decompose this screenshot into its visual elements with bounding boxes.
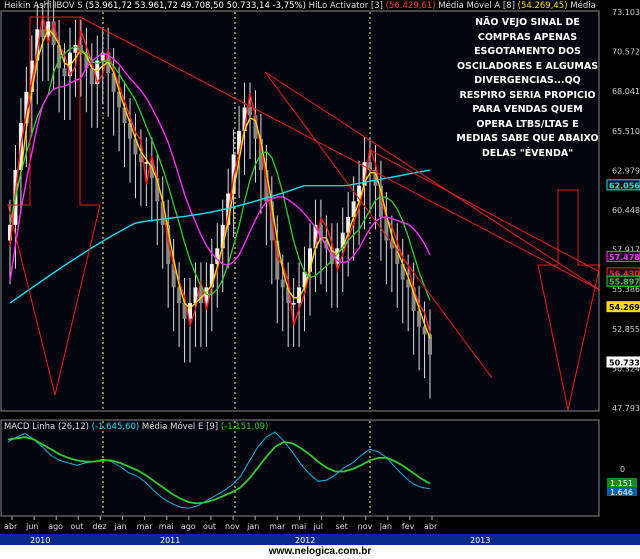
value-tag: 57.478 [609, 253, 640, 262]
month-label: jul [312, 522, 323, 531]
price-tick: 52.855 [612, 325, 640, 334]
candle-body [248, 107, 252, 116]
month-label: ago [181, 522, 196, 531]
candle-body [62, 68, 67, 77]
month-label: nov [358, 522, 373, 531]
candle-body [89, 68, 94, 85]
price-tick: 62.979 [612, 166, 640, 175]
macd-signal-tag: 1.151 [610, 479, 633, 488]
macd-zero-tick: 0 [620, 465, 625, 474]
annotation-text: NÃO VEJO SINAL DE COMPRAS APENAS ESGOTAM… [456, 17, 599, 159]
year-label: 2010 [30, 536, 50, 545]
footer-url: www.nelogica.com.br [0, 545, 640, 559]
month-label: abr [424, 522, 438, 531]
month-label: nov [225, 522, 240, 531]
year-label: 2013 [470, 536, 490, 545]
price-tick: 68.041 [612, 87, 640, 96]
price-tick: 47.793 [612, 404, 640, 413]
month-label: ago [48, 522, 63, 531]
value-tag: 62.056 [609, 181, 640, 190]
month-label: mai [291, 522, 306, 531]
value-tag: 54.269 [609, 303, 640, 312]
month-label: out [203, 522, 216, 531]
chart-header: Heikin Ashi IBOV S (53.961,72 53.961,72 … [4, 0, 596, 11]
month-label: set [336, 522, 348, 531]
year-label: 2011 [160, 536, 180, 545]
month-label: out [70, 522, 83, 531]
candle-body [40, 29, 45, 38]
macd-header: MACD Linha (26,12) (-1.645,60) Média Móv… [4, 421, 268, 432]
macd-panel [0, 419, 600, 517]
price-tick: 70.572 [612, 48, 640, 57]
macd-line-tag: 1.646 [610, 488, 633, 497]
candle-body [280, 279, 285, 288]
value-tag: 55.897 [609, 278, 640, 287]
candle-body [73, 44, 78, 53]
month-label: abr [4, 522, 18, 531]
candle-body [291, 303, 296, 305]
month-label: jan [379, 522, 392, 531]
month-label: jun [25, 522, 38, 531]
year-label: 2012 [295, 536, 315, 545]
month-label: mar [269, 522, 286, 531]
month-label: dez [92, 522, 106, 531]
price-tick: 65.510 [612, 127, 640, 136]
price-tick: 60.448 [612, 206, 640, 215]
month-label: fev [402, 522, 415, 531]
chart-svg: 73.10370.57268.04165.51062.97960.44857.9… [0, 0, 640, 545]
value-tag: 50.733 [609, 359, 640, 368]
month-label: mar [137, 522, 154, 531]
month-label: jan [246, 522, 259, 531]
price-tick: 73.103 [612, 8, 640, 17]
month-label: jan [114, 522, 127, 531]
month-label: mai [159, 522, 174, 531]
year-bar [0, 534, 640, 545]
